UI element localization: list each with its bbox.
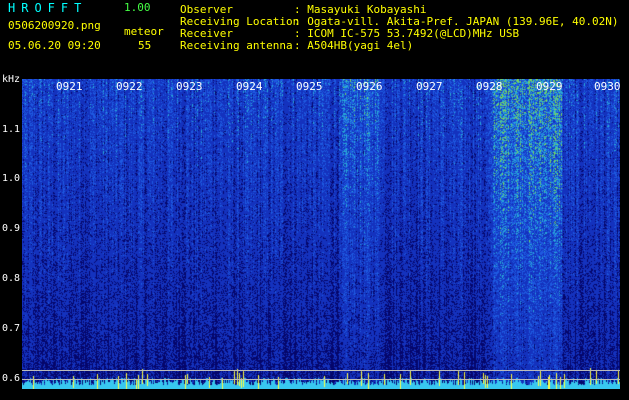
x-tick-label: 0924	[236, 80, 263, 93]
date-time: 05.06.20 09:20	[8, 39, 101, 52]
baseline-line	[22, 379, 620, 380]
info-key: Receiving antenna	[180, 39, 293, 52]
x-tick-label: 0923	[176, 80, 203, 93]
x-tick-label: 0925	[296, 80, 323, 93]
y-tick-label: 0.8	[1, 273, 20, 284]
x-tick-label: 0921	[56, 80, 83, 93]
detection-count: 55	[138, 39, 152, 52]
station-info: Observer : Masayuki Kobayashi Receiving …	[180, 4, 620, 52]
x-tick-label: 0929	[536, 80, 563, 93]
info-row-antenna: Receiving antenna : A504HB(yagi 4el)	[180, 40, 620, 52]
file-name: 0506200920.png	[8, 19, 101, 32]
mode-label: meteor	[124, 25, 164, 38]
y-axis-unit: kHz	[1, 74, 20, 85]
y-tick-label: 1.0	[1, 173, 20, 184]
y-tick-label: 0.7	[1, 323, 20, 334]
app-version: 1.00	[124, 1, 151, 14]
baseline-line	[22, 370, 620, 371]
spectrogram	[22, 79, 620, 389]
app-title: HROFFT	[8, 1, 88, 15]
x-tick-label: 0926	[356, 80, 383, 93]
y-tick-label: 0.6	[1, 373, 20, 384]
y-tick-label: 1.1	[1, 124, 20, 135]
x-tick-label: 0930	[594, 80, 621, 93]
x-tick-label: 0922	[116, 80, 143, 93]
x-tick-label: 0928	[476, 80, 503, 93]
x-tick-label: 0927	[416, 80, 443, 93]
y-tick-label: 0.9	[1, 223, 20, 234]
info-value: : A504HB(yagi 4el)	[294, 39, 414, 52]
